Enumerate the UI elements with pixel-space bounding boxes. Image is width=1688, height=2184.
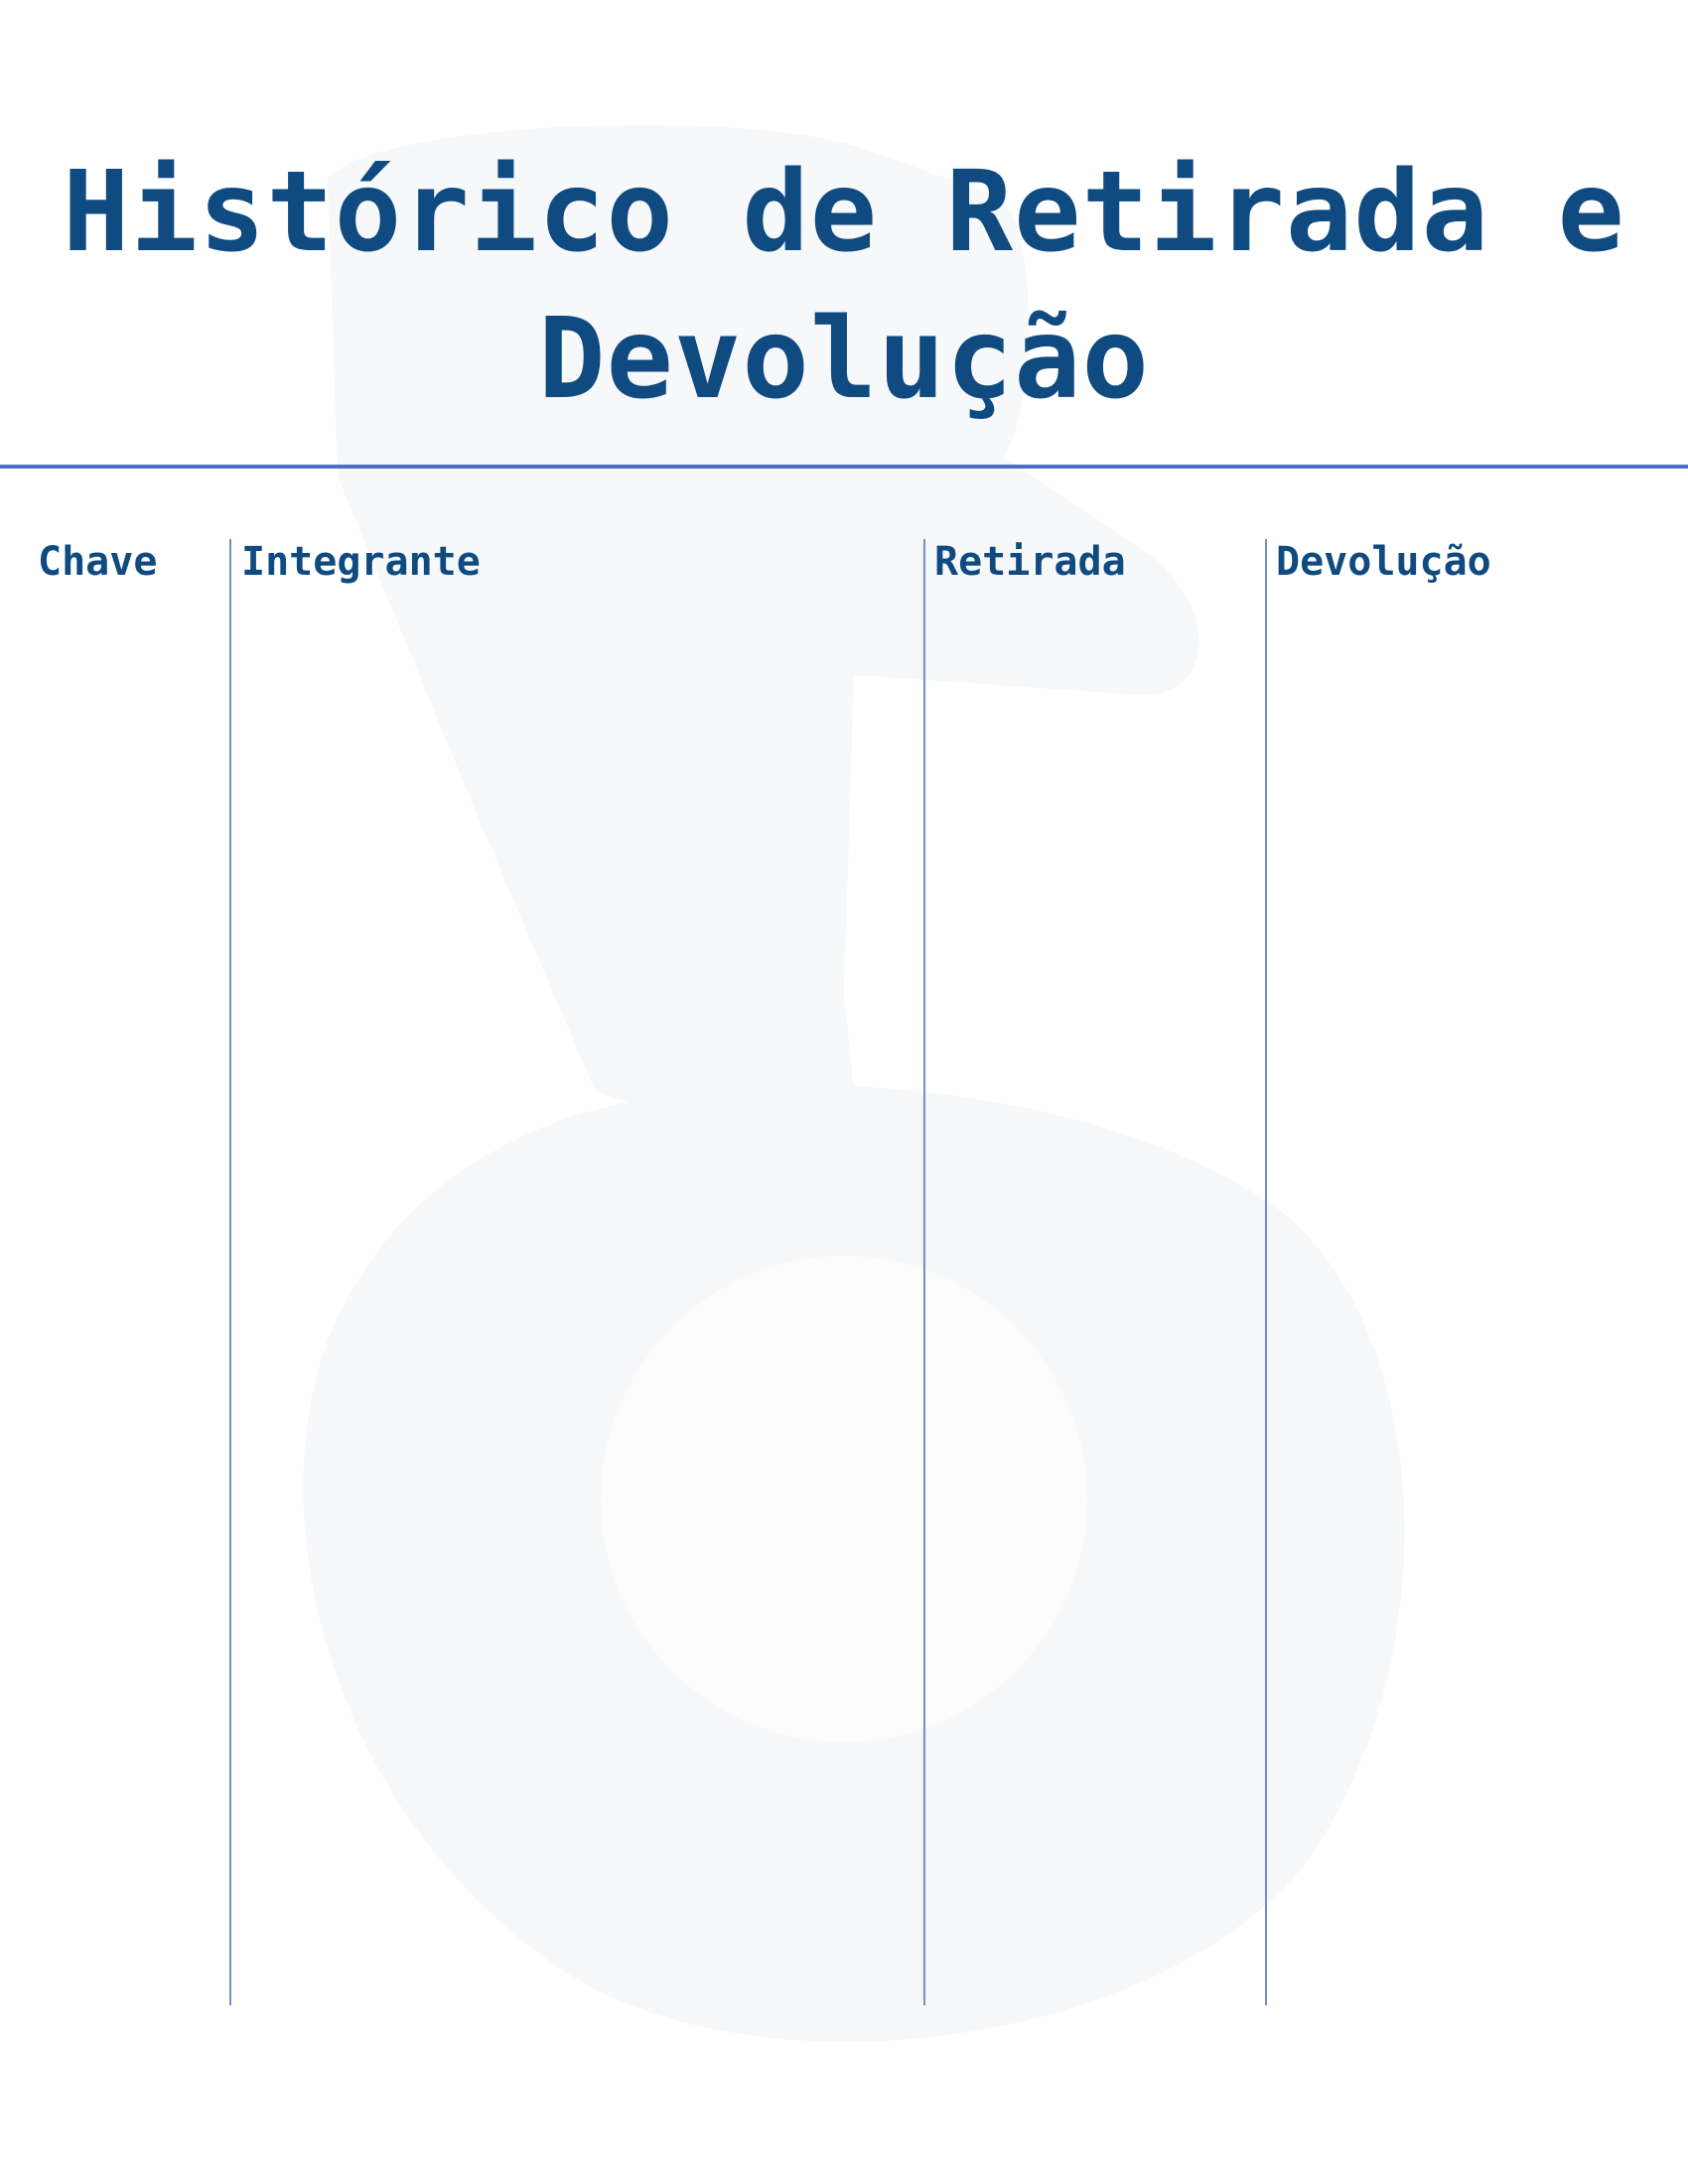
column-header-integrante: Integrante [241, 539, 481, 585]
column-divider [1265, 539, 1267, 2005]
column-header-retirada: Retirada [934, 539, 1126, 585]
page-title: Histórico de Retirada e Devolução [63, 148, 1625, 424]
column-header-devolucao: Devolução [1276, 539, 1491, 585]
title-divider [0, 465, 1688, 469]
column-divider [923, 539, 925, 2005]
column-header-chave: Chave [38, 539, 158, 585]
column-divider [229, 539, 231, 2005]
